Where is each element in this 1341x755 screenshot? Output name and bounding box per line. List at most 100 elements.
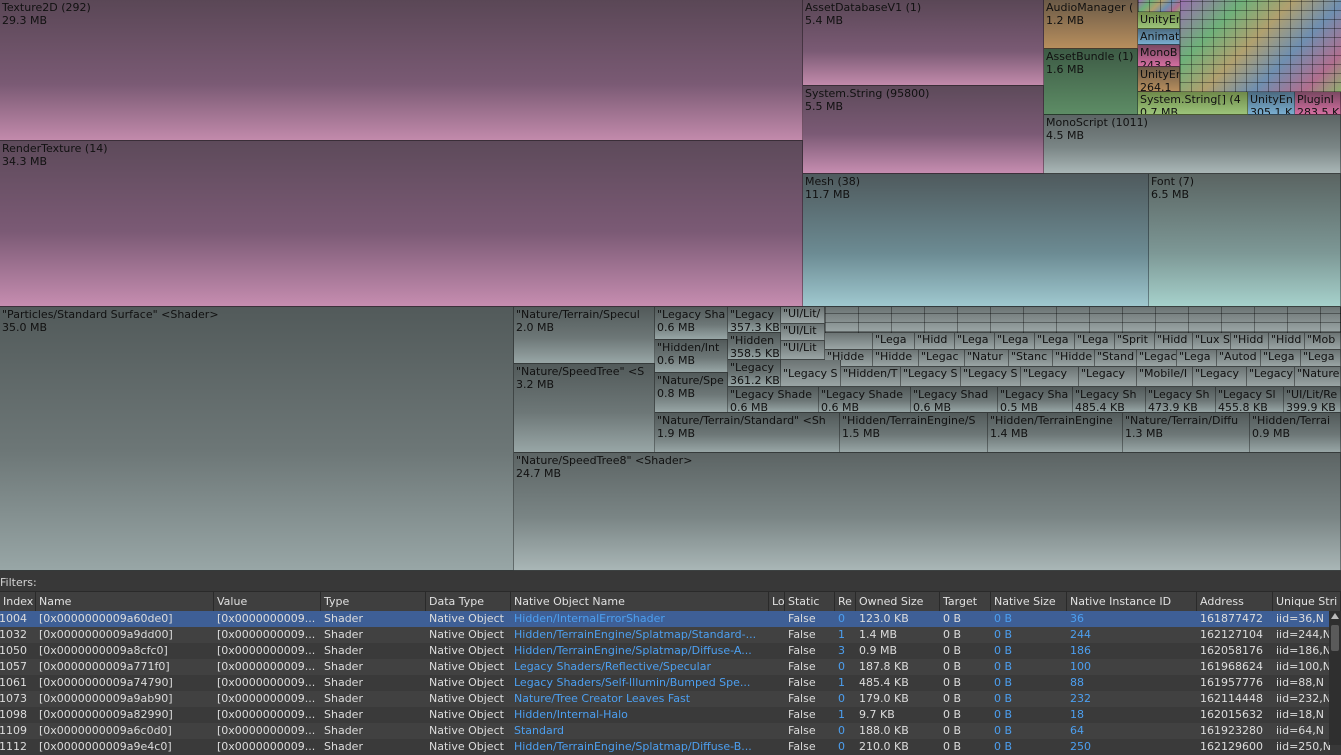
treemap-cell-monoscript[interactable]: MonoScript (1011) 4.5 MB (1044, 115, 1341, 174)
treemap-tile[interactable]: "Legacy S (961, 367, 1021, 387)
col-header-value[interactable]: Value (214, 592, 321, 611)
col-header-lo[interactable]: Lo (769, 592, 785, 611)
treemap-cell-legacy-6[interactable]: "Legacy Shad 0.6 MB (911, 387, 998, 413)
treemap-tile[interactable]: "Lega (1301, 350, 1341, 367)
treemap-cell-legacy-5[interactable]: "Legacy Shade 0.6 MB (819, 387, 911, 413)
treemap-tile[interactable]: "Hidd (1155, 333, 1193, 350)
treemap-tile[interactable]: "UI/Lit/ (781, 307, 825, 324)
treemap-cell-nature-speedtree[interactable]: "Nature/SpeedTree" <S 3.2 MB (514, 364, 655, 453)
col-header-target[interactable]: Target (940, 592, 991, 611)
treemap-tile[interactable]: "Legacy (1247, 367, 1295, 387)
col-header-native-instance-id[interactable]: Native Instance ID (1067, 592, 1197, 611)
cell-re[interactable]: 1 (835, 675, 856, 691)
treemap-tile[interactable]: "Natur (965, 350, 1009, 367)
col-header-type[interactable]: Type (321, 592, 426, 611)
treemap-tile[interactable] (825, 307, 1341, 333)
table-row[interactable]: 1061 [0x0000000009a74790] [0x0000000009...… (0, 675, 1329, 691)
treemap-cell-nature-terrain-standard[interactable]: "Nature/Terrain/Standard" <Sh 1.9 MB (655, 413, 840, 453)
treemap-cell-plugin[interactable]: PluginI 283.5 K (1295, 92, 1341, 115)
treemap-tile[interactable]: "Lega (1261, 350, 1301, 367)
treemap-cell-texture2d[interactable]: Texture2D (292) 29.3 MB (0, 0, 803, 141)
table-row[interactable]: 1098 [0x0000000009a82990] [0x0000000009...… (0, 707, 1329, 723)
treemap-tile[interactable]: "Hidde (873, 350, 919, 367)
col-header-address[interactable]: Address (1197, 592, 1273, 611)
treemap-cell-system-string[interactable]: System.String (95800) 5.5 MB (803, 86, 1044, 174)
treemap-tile[interactable]: "Mob (1305, 333, 1341, 350)
cell-native-object-name[interactable]: Hidden/TerrainEngine/Splatmap/Standard-.… (511, 627, 769, 643)
treemap-cell-rendertexture[interactable]: RenderTexture (14) 34.3 MB (0, 141, 803, 307)
cell-re[interactable]: 0 (835, 723, 856, 739)
treemap-cell-nature-speedtree8[interactable]: "Nature/SpeedTree8" <Shader> 24.7 MB (514, 453, 1341, 571)
table-row[interactable]: 1050 [0x0000000009a8cfc0] [0x0000000009...… (0, 643, 1331, 659)
cell-native-size[interactable]: 0 B (991, 659, 1067, 675)
treemap-cell-legacy-8[interactable]: "Legacy Sh 485.4 KB (1073, 387, 1146, 413)
cell-native-size[interactable]: 0 B (991, 739, 1067, 755)
col-header-re[interactable]: Re (835, 592, 856, 611)
treemap-cell-legacy-2[interactable]: "Legacy 357.3 KB (728, 307, 781, 333)
cell-native-size[interactable]: 0 B (991, 707, 1067, 723)
table-row[interactable]: 1004 [0x0000000009a60de0] [0x0000000009...… (0, 611, 1329, 627)
cell-native-size[interactable]: 0 B (991, 723, 1067, 739)
cell-native-instance-id[interactable]: 232 (1067, 691, 1197, 707)
treemap-cell-nature-terrain-specular[interactable]: "Nature/Terrain/Specul 2.0 MB (514, 307, 655, 364)
treemap-cell-unityengine-c[interactable]: UnityEn 305.1 K (1248, 92, 1295, 115)
treemap-cell-mesh[interactable]: Mesh (38) 11.7 MB (803, 174, 1149, 307)
cell-native-instance-id[interactable]: 18 (1067, 707, 1197, 723)
treemap-tile[interactable]: "Autod (1217, 350, 1261, 367)
cell-native-size[interactable]: 0 B (991, 643, 1067, 659)
treemap-cell-font[interactable]: Font (7) 6.5 MB (1149, 174, 1341, 307)
treemap-cell-legacy-10[interactable]: "Legacy Sl 455.8 KB (1216, 387, 1284, 413)
treemap-tile[interactable]: "Legacy S (901, 367, 961, 387)
cell-re[interactable]: 0 (835, 739, 856, 755)
treemap-tile[interactable]: "Nature (1295, 367, 1341, 387)
col-header-index[interactable]: Index (0, 592, 36, 611)
treemap-cell-nature-terrain-diffuse[interactable]: "Nature/Terrain/Diffu 1.3 MB (1123, 413, 1250, 453)
col-header-name[interactable]: Name (36, 592, 214, 611)
scrollbar-thumb[interactable] (1331, 625, 1339, 651)
filters-label[interactable]: Filters: (0, 576, 37, 590)
treemap-cell-nature-speedtree-b[interactable]: "Nature/Spe 0.8 MB (655, 373, 728, 413)
table-row[interactable]: 1112 [0x0000000009a9e4c0] [0x0000000009...… (0, 739, 1331, 755)
cell-native-object-name[interactable]: Legacy Shaders/Reflective/Specular (511, 659, 769, 675)
cell-re[interactable]: 1 (835, 627, 856, 643)
cell-native-object-name[interactable]: Nature/Tree Creator Leaves Fast (511, 691, 769, 707)
treemap-cell-string-array[interactable]: System.String[] (4 0.7 MB (1138, 92, 1248, 115)
treemap-cell-legacy-7[interactable]: "Legacy Sha 0.5 MB (998, 387, 1073, 413)
scroll-up-arrow-icon[interactable] (1331, 613, 1339, 619)
treemap-tile[interactable]: "Lega (1177, 350, 1217, 367)
cell-re[interactable]: 0 (835, 691, 856, 707)
treemap-cell-unityengine-a[interactable]: UnityEr (1138, 12, 1180, 29)
table-row[interactable]: 1032 [0x0000000009a9dd00] [0x0000000009...… (0, 627, 1331, 643)
treemap-tile[interactable]: "Stanc (1009, 350, 1053, 367)
cell-native-object-name[interactable]: Legacy Shaders/Self-Illumin/Bumped Spe..… (511, 675, 769, 691)
treemap-tile[interactable]: "Hidd (1231, 333, 1269, 350)
cell-native-size[interactable]: 0 B (991, 611, 1067, 627)
treemap-tile[interactable]: "Sprit (1115, 333, 1155, 350)
col-header-native-size[interactable]: Native Size (991, 592, 1067, 611)
treemap-small-objects-mosaic[interactable] (1180, 0, 1341, 92)
treemap-tile[interactable]: "Legacy (1079, 367, 1137, 387)
treemap-cell-assetdatabase[interactable]: AssetDatabaseV1 (1) 5.4 MB (803, 0, 1044, 86)
treemap-cell-hidden-internal[interactable]: "Hidden/Int 0.6 MB (655, 340, 728, 373)
col-header-native-object-name[interactable]: Native Object Name (511, 592, 769, 611)
treemap-tile[interactable]: "UI/Lit (781, 324, 825, 341)
treemap-small-objects-strip[interactable] (1138, 0, 1180, 12)
treemap-cell-legacy-4[interactable]: "Legacy Shade 0.6 MB (728, 387, 819, 413)
cell-re[interactable]: 1 (835, 707, 856, 723)
col-header-data-type[interactable]: Data Type (426, 592, 511, 611)
table-row[interactable]: 1073 [0x0000000009a9ab90] [0x0000000009...… (0, 691, 1331, 707)
treemap-cell-hidden-terrainengine[interactable]: "Hidden/TerrainEngine 1.4 MB (988, 413, 1123, 453)
treemap-tile[interactable]: "Hidde (1053, 350, 1095, 367)
treemap-cell-hidden-2[interactable]: "Hidden 358.5 KB (728, 333, 781, 360)
treemap-tile[interactable]: "Legac (1137, 350, 1177, 367)
cell-native-object-name[interactable]: Hidden/TerrainEngine/Splatmap/Diffuse-B.… (511, 739, 769, 755)
cell-native-object-name[interactable]: Hidden/Internal-Halo (511, 707, 769, 723)
treemap-tile[interactable]: "Lega (873, 333, 915, 350)
treemap-tile[interactable]: "Legacy S (781, 360, 841, 387)
treemap-tile[interactable]: "Lega (1075, 333, 1115, 350)
memory-treemap[interactable]: Texture2D (292) 29.3 MB RenderTexture (1… (0, 0, 1341, 571)
cell-native-object-name[interactable]: Hidden/TerrainEngine/Splatmap/Diffuse-A.… (511, 643, 769, 659)
cell-re[interactable]: 3 (835, 643, 856, 659)
cell-native-instance-id[interactable]: 244 (1067, 627, 1197, 643)
col-header-unique-string[interactable]: Unique Stri (1273, 592, 1341, 611)
